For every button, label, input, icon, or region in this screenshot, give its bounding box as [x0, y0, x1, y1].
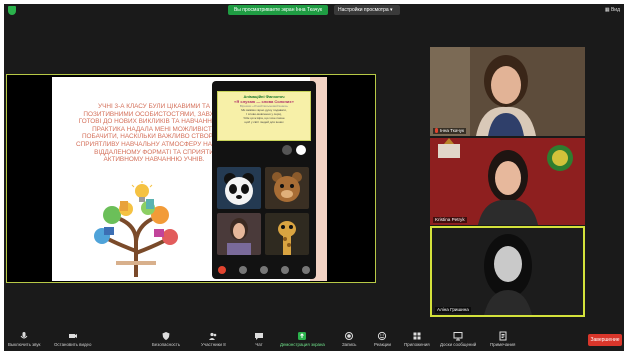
participant-name: Аліна Гришина — [435, 307, 471, 313]
security-button[interactable]: Безопасность — [152, 331, 180, 347]
phone-video-icon — [239, 266, 248, 274]
mute-button[interactable]: Выключить звук — [8, 331, 40, 347]
chat-icon — [255, 333, 263, 340]
screen-share-notice: Вы просматриваете экран Інна Ткачук — [228, 5, 328, 15]
phone-video-grid — [217, 167, 311, 257]
bear-avatar — [265, 167, 309, 209]
participant-video — [430, 138, 585, 225]
presentation-slide: Учні 3-А класу були цікавими та позитивн… — [52, 77, 327, 281]
participant-name: Kristina Petryk — [433, 217, 467, 223]
phone-notice: Анімаційні Фанзоточ «Я слухаю — слова Со… — [217, 91, 311, 141]
participant-video — [430, 47, 585, 136]
apps-label: Приложения — [404, 342, 430, 347]
share-screen-button[interactable]: Демонстрация экрана — [280, 331, 325, 347]
phone-controls — [212, 263, 316, 277]
chat-label: Чат — [255, 342, 263, 347]
participants-button[interactable]: Участники 8 — [201, 331, 226, 347]
record-button[interactable]: Запись — [342, 331, 356, 347]
security-shield-icon[interactable] — [8, 6, 16, 15]
shared-screen: Учні 3-А класу були цікавими та позитивн… — [6, 74, 376, 283]
share-screen-label: Демонстрация экрана — [280, 342, 325, 347]
meeting-toolbar: Выключить звук Остановить видео Безопасн… — [4, 329, 624, 351]
participants-icon — [209, 332, 217, 340]
whiteboards-label: Доски сообщений — [440, 342, 477, 347]
view-button-label: Вид — [610, 7, 620, 13]
panda-avatar — [217, 167, 261, 209]
participants-label-text: Участники — [201, 342, 222, 347]
chevron-down-icon: ▾ — [390, 7, 393, 13]
participant-name-text: Інна Ткачук — [440, 128, 465, 133]
participants-count: 8 — [223, 342, 226, 347]
giraffe-avatar — [265, 213, 309, 255]
view-button[interactable]: ▦ Вид — [605, 6, 620, 15]
slide-text: Учні 3-А класу були цікавими та позитивн… — [76, 103, 232, 164]
grid-icon: ▦ — [604, 7, 610, 13]
active-speaker-tile[interactable]: Аліна Гришина — [430, 226, 585, 317]
girl-video — [217, 213, 261, 255]
stop-video-button[interactable]: Остановить видео — [54, 331, 91, 347]
phone-mic-icon — [282, 145, 292, 155]
apps-icon — [413, 332, 421, 340]
top-bar: Вы просматриваете экран Інна Ткачук Наст… — [4, 4, 624, 16]
participant-video — [432, 228, 583, 315]
end-meeting-button[interactable]: Завершение — [588, 334, 622, 346]
microphone-icon — [20, 332, 28, 339]
participant-tile[interactable]: Інна Ткачук — [430, 47, 585, 136]
stop-video-label: Остановить видео — [54, 342, 92, 347]
participants-label: Участники 8 — [201, 342, 226, 347]
participant-tile[interactable]: Kristina Petryk — [430, 138, 585, 225]
share-screen-icon — [298, 332, 307, 340]
phone-screen: Анімаційні Фанзоточ «Я слухаю — слова Со… — [212, 81, 316, 279]
notes-label: Примечания — [490, 342, 516, 347]
phone-more-icon — [301, 266, 310, 274]
tree-illustration — [94, 181, 178, 277]
record-label: Запись — [342, 342, 357, 347]
phone-camera-icon — [296, 145, 306, 155]
zoom-window: Вы просматриваете экран Інна Ткачук Наст… — [4, 4, 624, 351]
mic-muted-icon — [435, 128, 438, 134]
mute-label: Выключить звук — [8, 342, 41, 347]
notes-icon — [499, 331, 507, 341]
view-options-button[interactable]: Настройки просмотра ▾ — [334, 5, 400, 15]
view-options-label: Настройки просмотра — [338, 7, 389, 13]
phone-mic-off-icon — [259, 266, 268, 274]
reactions-label: Реакции — [374, 342, 391, 347]
security-label: Безопасность — [152, 342, 181, 347]
video-camera-icon — [68, 334, 77, 338]
notice-line: щоб у світі людей для інших — [244, 120, 284, 124]
participant-name: Інна Ткачук — [433, 128, 467, 134]
whiteboard-icon — [453, 332, 463, 341]
phone-end-call-icon — [218, 266, 227, 274]
chat-button[interactable]: Чат — [254, 331, 264, 347]
reactions-button[interactable]: Реакции — [374, 331, 391, 347]
phone-share-icon — [280, 266, 289, 274]
notes-button[interactable]: Примечания — [490, 331, 515, 347]
record-icon — [345, 332, 354, 340]
smiley-icon — [378, 331, 387, 341]
whiteboards-button[interactable]: Доски сообщений — [440, 331, 476, 347]
apps-button[interactable]: Приложения — [404, 331, 430, 347]
shield-icon — [162, 332, 170, 340]
